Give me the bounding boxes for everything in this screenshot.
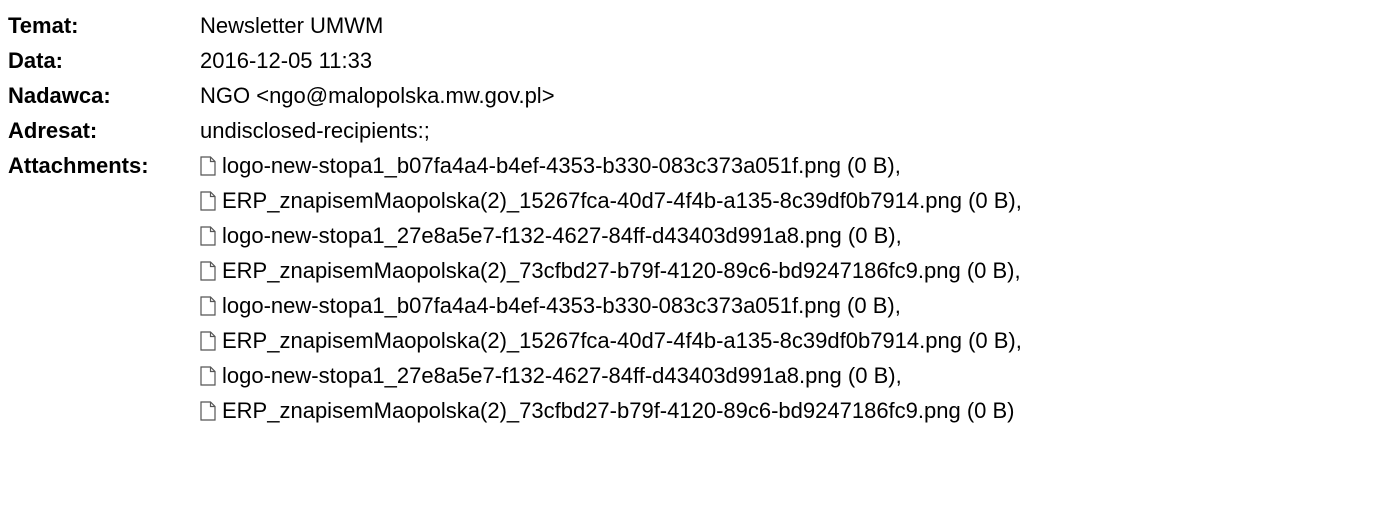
attachment-item[interactable]: ERP_znapisemMaopolska(2)_15267fca-40d7-4…	[200, 323, 1373, 358]
subject-label: Temat:	[8, 13, 79, 38]
file-icon	[200, 260, 216, 281]
attachment-item[interactable]: ERP_znapisemMaopolska(2)_15267fca-40d7-4…	[200, 183, 1373, 218]
file-icon	[200, 295, 216, 316]
date-row: Data: 2016-12-05 11:33	[8, 43, 1373, 78]
attachments-row: Attachments: logo-new-stopa1_b07fa4a4-b4…	[8, 148, 1373, 428]
attachment-link[interactable]: ERP_znapisemMaopolska(2)_15267fca-40d7-4…	[222, 183, 1022, 218]
attachment-link[interactable]: logo-new-stopa1_b07fa4a4-b4ef-4353-b330-…	[222, 148, 901, 183]
date-label: Data:	[8, 48, 64, 73]
email-header: Temat: Newsletter UMWM Data: 2016-12-05 …	[8, 8, 1373, 428]
file-icon	[200, 330, 216, 351]
attachment-list: logo-new-stopa1_b07fa4a4-b4ef-4353-b330-…	[200, 148, 1373, 428]
file-icon	[200, 225, 216, 246]
subject-value: Newsletter UMWM	[200, 13, 384, 38]
attachment-item[interactable]: logo-new-stopa1_b07fa4a4-b4ef-4353-b330-…	[200, 288, 1373, 323]
file-icon	[200, 155, 216, 176]
attachments-label: Attachments:	[8, 153, 149, 178]
attachment-link[interactable]: logo-new-stopa1_27e8a5e7-f132-4627-84ff-…	[222, 358, 902, 393]
from-label: Nadawca:	[8, 83, 111, 108]
file-icon	[200, 190, 216, 211]
to-label: Adresat:	[8, 118, 98, 143]
to-value: undisclosed-recipients:;	[200, 118, 430, 143]
date-value: 2016-12-05 11:33	[200, 48, 373, 73]
from-row: Nadawca: NGO <ngo@malopolska.mw.gov.pl>	[8, 78, 1373, 113]
attachment-link[interactable]: ERP_znapisemMaopolska(2)_73cfbd27-b79f-4…	[222, 253, 1021, 288]
attachment-link[interactable]: ERP_znapisemMaopolska(2)_15267fca-40d7-4…	[222, 323, 1022, 358]
attachment-link[interactable]: logo-new-stopa1_b07fa4a4-b4ef-4353-b330-…	[222, 288, 901, 323]
file-icon	[200, 365, 216, 386]
file-icon	[200, 400, 216, 421]
attachment-item[interactable]: ERP_znapisemMaopolska(2)_73cfbd27-b79f-4…	[200, 253, 1373, 288]
subject-row: Temat: Newsletter UMWM	[8, 8, 1373, 43]
to-row: Adresat: undisclosed-recipients:;	[8, 113, 1373, 148]
attachment-item[interactable]: logo-new-stopa1_27e8a5e7-f132-4627-84ff-…	[200, 218, 1373, 253]
attachment-item[interactable]: logo-new-stopa1_27e8a5e7-f132-4627-84ff-…	[200, 358, 1373, 393]
attachment-item[interactable]: logo-new-stopa1_b07fa4a4-b4ef-4353-b330-…	[200, 148, 1373, 183]
attachment-link[interactable]: logo-new-stopa1_27e8a5e7-f132-4627-84ff-…	[222, 218, 902, 253]
attachment-link[interactable]: ERP_znapisemMaopolska(2)_73cfbd27-b79f-4…	[222, 393, 1015, 428]
from-value: NGO <ngo@malopolska.mw.gov.pl>	[200, 83, 555, 108]
attachment-item[interactable]: ERP_znapisemMaopolska(2)_73cfbd27-b79f-4…	[200, 393, 1373, 428]
